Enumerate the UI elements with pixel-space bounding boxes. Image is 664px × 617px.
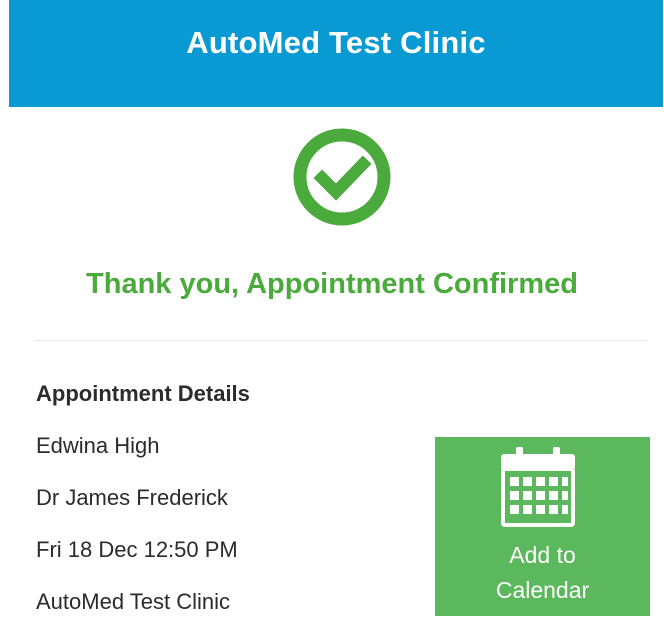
add-to-calendar-label: Add to Calendar [435, 538, 650, 608]
appointment-datetime: Fri 18 Dec 12:50 PM [36, 537, 238, 562]
patient-name: Edwina High [36, 433, 160, 458]
section-divider [35, 340, 647, 341]
add-to-calendar-label-line2: Calendar [495, 577, 590, 603]
confirmation-message: Thank you, Appointment Confirmed [86, 268, 578, 300]
clinic-name: AutoMed Test Clinic [36, 589, 231, 614]
details-heading: Appointment Details [36, 381, 250, 406]
check-circle-icon [293, 128, 391, 226]
add-to-calendar-button[interactable]: Add to Calendar [435, 437, 650, 616]
doctor-name: Dr James Frederick [36, 485, 228, 510]
clinic-title: AutoMed Test Clinic [186, 24, 486, 60]
add-to-calendar-label-line1: Add to [509, 542, 576, 568]
calendar-icon [501, 447, 575, 527]
header-bar: AutoMed Test Clinic [9, 0, 663, 107]
confirmation-page: AutoMed Test Clinic Thank you, Appointme… [0, 0, 664, 617]
